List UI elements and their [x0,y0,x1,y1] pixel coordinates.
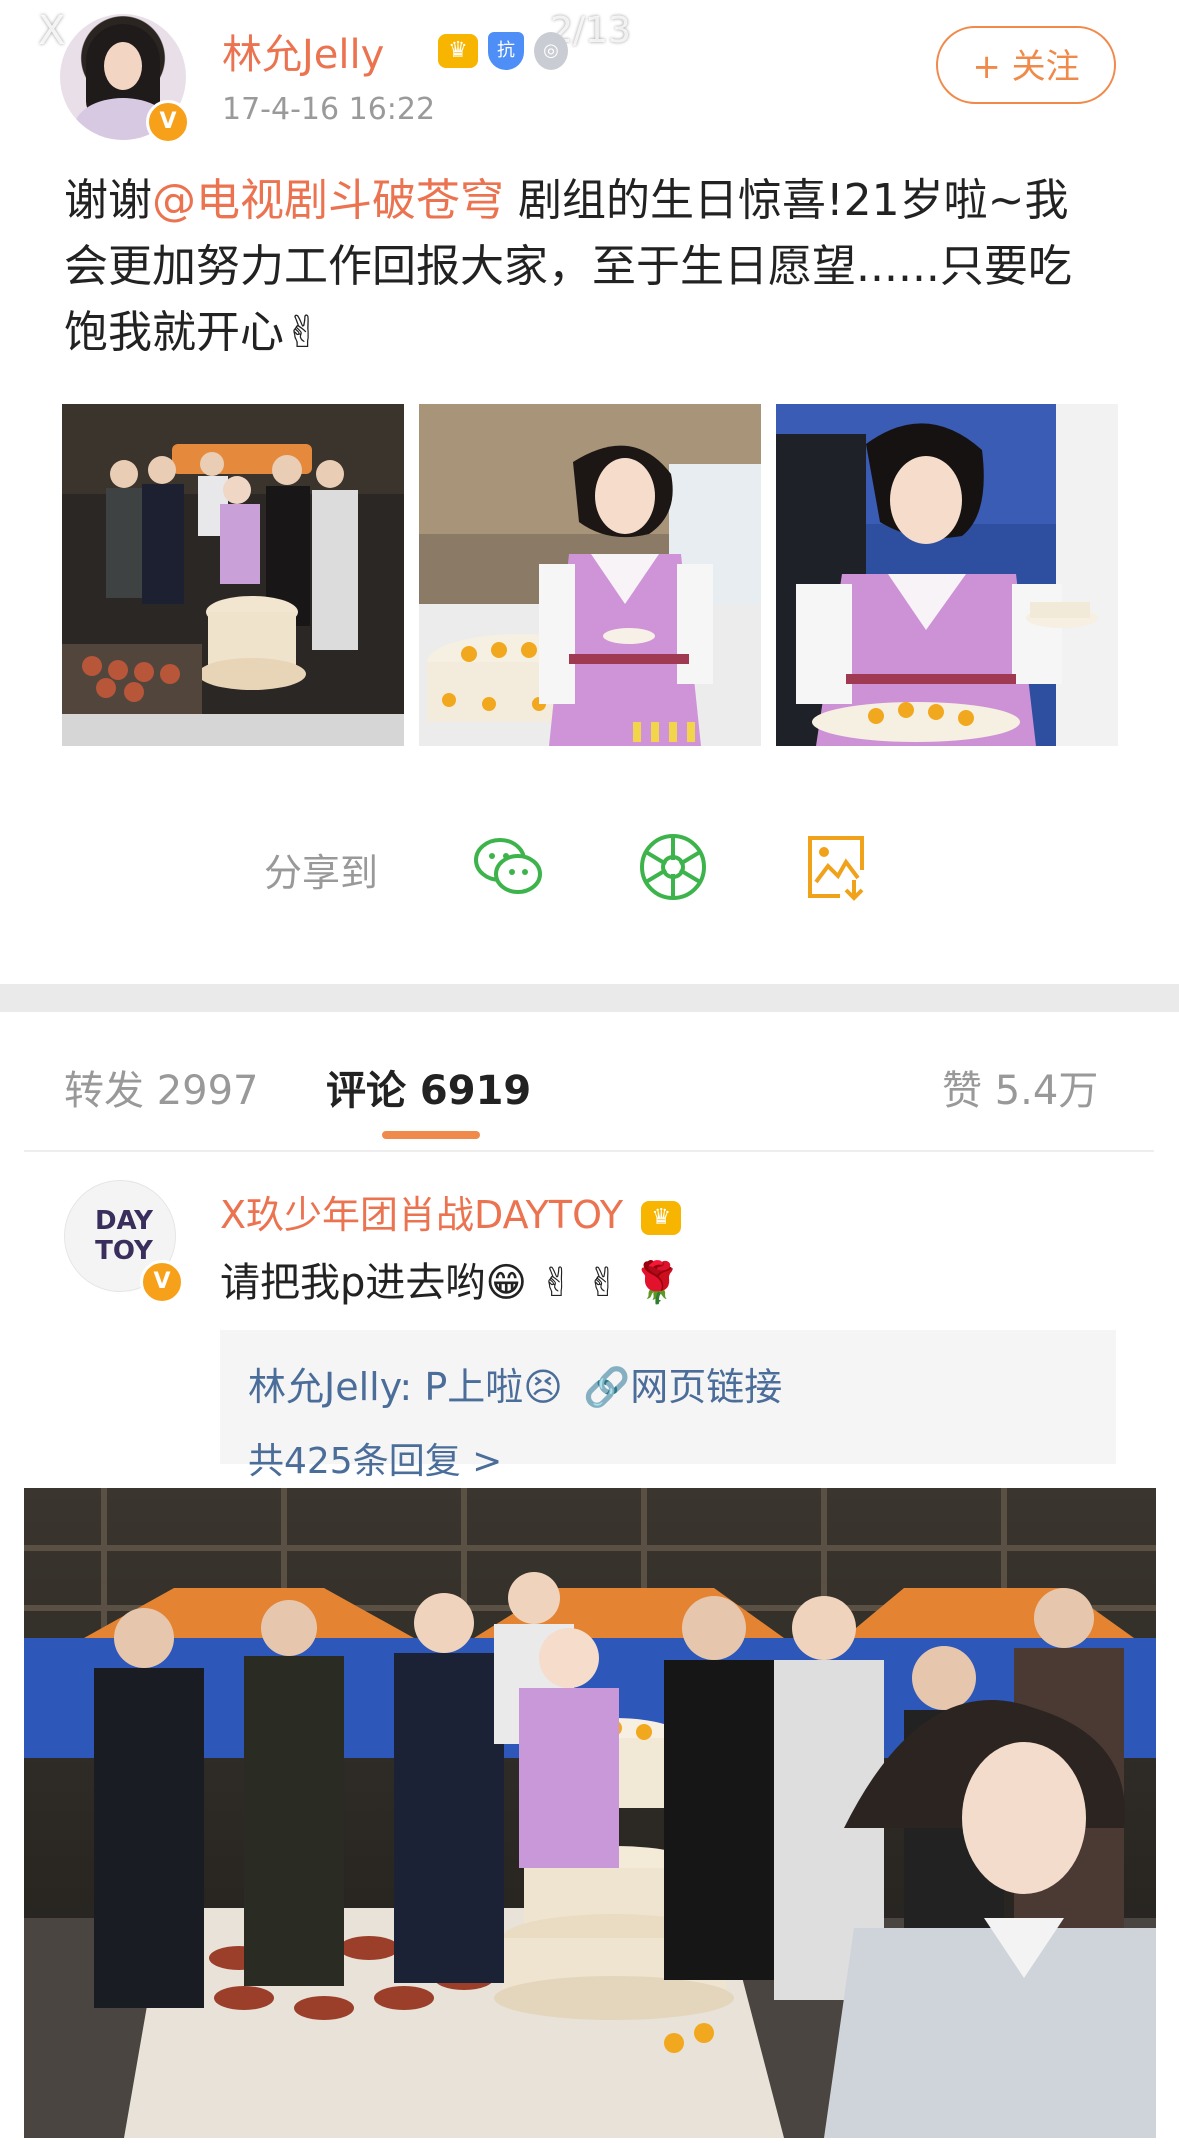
comment-text: 请把我p进去哟😁 ✌ ✌ 🌹 [220,1260,683,1306]
comment-photo[interactable] [24,1488,1156,2138]
follow-button[interactable]: + 关注 [936,26,1116,104]
post-username[interactable]: 林允Jelly [222,22,384,80]
mention-link[interactable]: @电视剧斗破苍穹 [152,175,504,226]
shield-badge-icon: 抗 [488,32,524,70]
section-divider [0,984,1179,1012]
reply-author[interactable]: 林允Jelly: [248,1365,412,1409]
save-image-icon[interactable] [800,830,874,904]
moments-icon[interactable] [636,830,710,904]
post-image-1[interactable] [62,404,404,746]
tab-active-indicator [382,1131,480,1139]
post-image-3[interactable] [776,404,1118,746]
wechat-icon[interactable] [472,830,546,904]
tab-likes[interactable]: 赞 5.4万 [942,1058,1098,1116]
tab-comments[interactable]: 评论 6919 [326,1058,531,1116]
verified-badge: V [146,100,190,144]
close-overlay-icon[interactable]: X [38,8,65,54]
web-link[interactable]: 网页链接 [630,1365,782,1409]
tab-repost[interactable]: 转发 2997 [64,1058,259,1116]
commenter-avatar-logo: DAY TOY [94,1206,154,1266]
post-text: 谢谢@电视剧斗破苍穹 剧组的生日惊喜!21岁啦~我会更加努力工作回报大家，至于生… [64,168,1104,366]
reply-count-link[interactable]: 共425条回复 > [248,1432,502,1484]
commenter-name[interactable]: X玖少年团肖战DAYTOY ♛ [220,1184,682,1239]
post-image-2[interactable] [419,404,761,746]
post-timestamp: 17-4-16 16:22 [222,92,436,127]
link-icon: 🔗 [582,1365,631,1409]
share-label: 分享到 [264,851,379,895]
reply-text: P上啦😣 [412,1365,563,1409]
commenter-verified-badge: V [140,1260,184,1304]
reply-preview-line: 林允Jelly: P上啦😣 🔗网页链接 [248,1356,782,1411]
commenter-name-text: X玖少年团肖战DAYTOY [220,1193,624,1237]
tab-underline [24,1150,1154,1152]
post-text-intro: 谢谢 [64,175,152,226]
crown-icon: ♛ [438,34,478,68]
commenter-crown-icon: ♛ [641,1200,682,1235]
medal-icon: ◎ [534,32,568,70]
